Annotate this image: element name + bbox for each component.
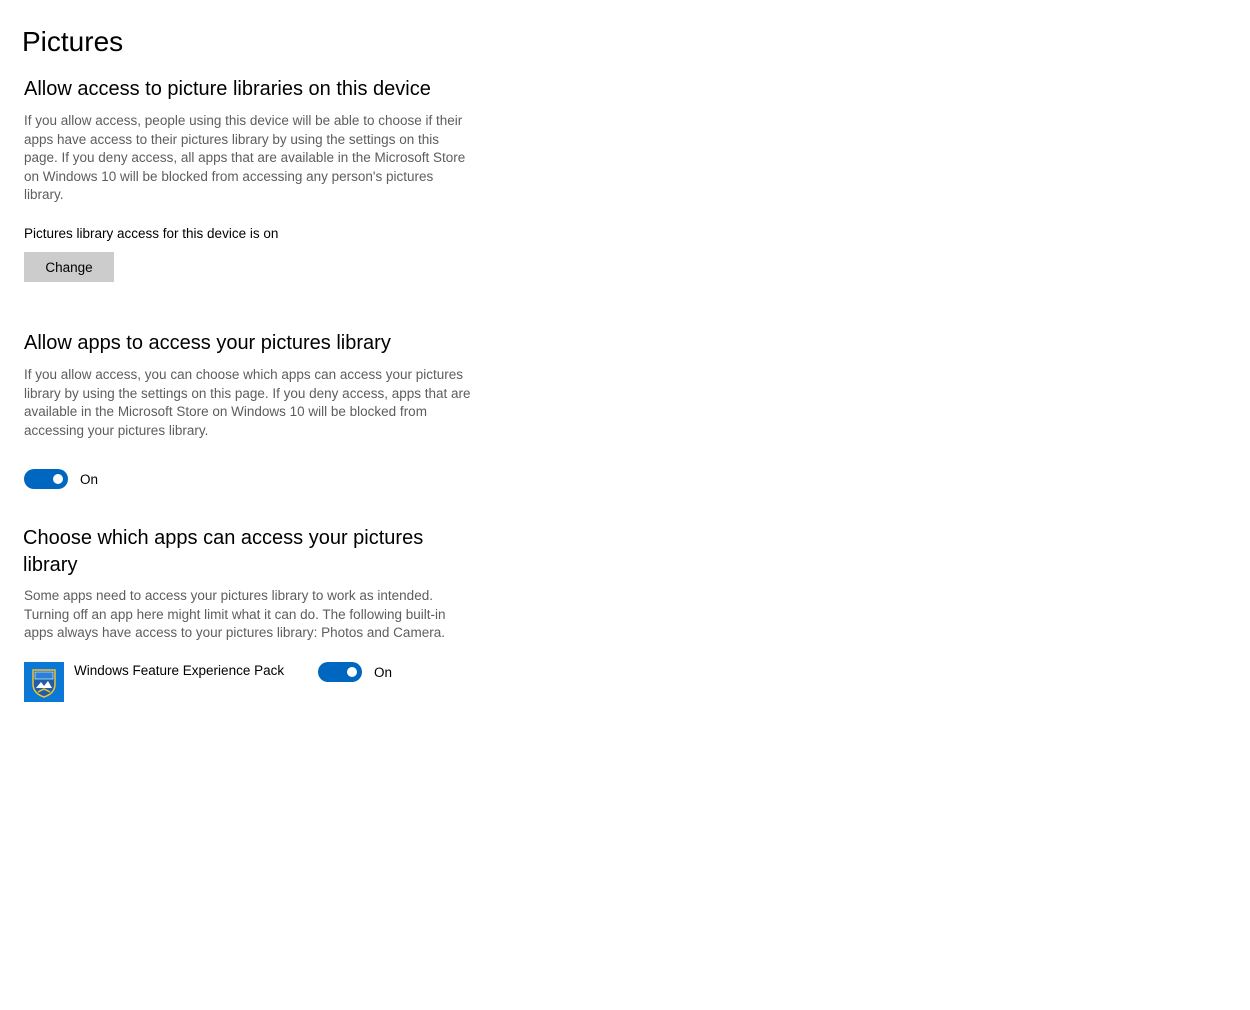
apps-access-toggle[interactable] — [24, 469, 68, 489]
toggle-knob — [53, 474, 63, 484]
app-icon-graphic — [24, 662, 64, 702]
app-access-toggle[interactable] — [318, 662, 362, 682]
toggle-knob — [347, 667, 357, 677]
pictures-settings-page: Pictures Allow access to picture librari… — [0, 0, 1250, 1010]
device-access-heading: Allow access to picture libraries on thi… — [24, 78, 431, 100]
app-name: Windows Feature Experience Pack — [74, 663, 285, 678]
apps-access-toggle-label: On — [80, 471, 99, 487]
choose-apps-description: Some apps need to access your pictures l… — [24, 588, 446, 640]
app-row-windows-feature-experience-pack: Windows Feature Experience Pack On — [24, 662, 444, 702]
app-access-toggle-label: On — [374, 664, 393, 680]
apps-access-description: If you allow access, you can choose whic… — [24, 367, 471, 438]
choose-apps-heading: Choose which apps can access your pictur… — [23, 527, 424, 576]
windows-feature-experience-pack-icon — [24, 662, 64, 702]
device-access-description: If you allow access, people using this d… — [24, 113, 466, 202]
apps-access-heading: Allow apps to access your pictures libra… — [24, 332, 391, 354]
apps-access-toggle-row: On — [24, 469, 98, 489]
device-access-status: Pictures library access for this device … — [24, 226, 279, 241]
change-button[interactable]: Change — [24, 252, 114, 282]
app-toggle-row: On — [318, 662, 392, 682]
page-title: Pictures — [22, 26, 124, 57]
